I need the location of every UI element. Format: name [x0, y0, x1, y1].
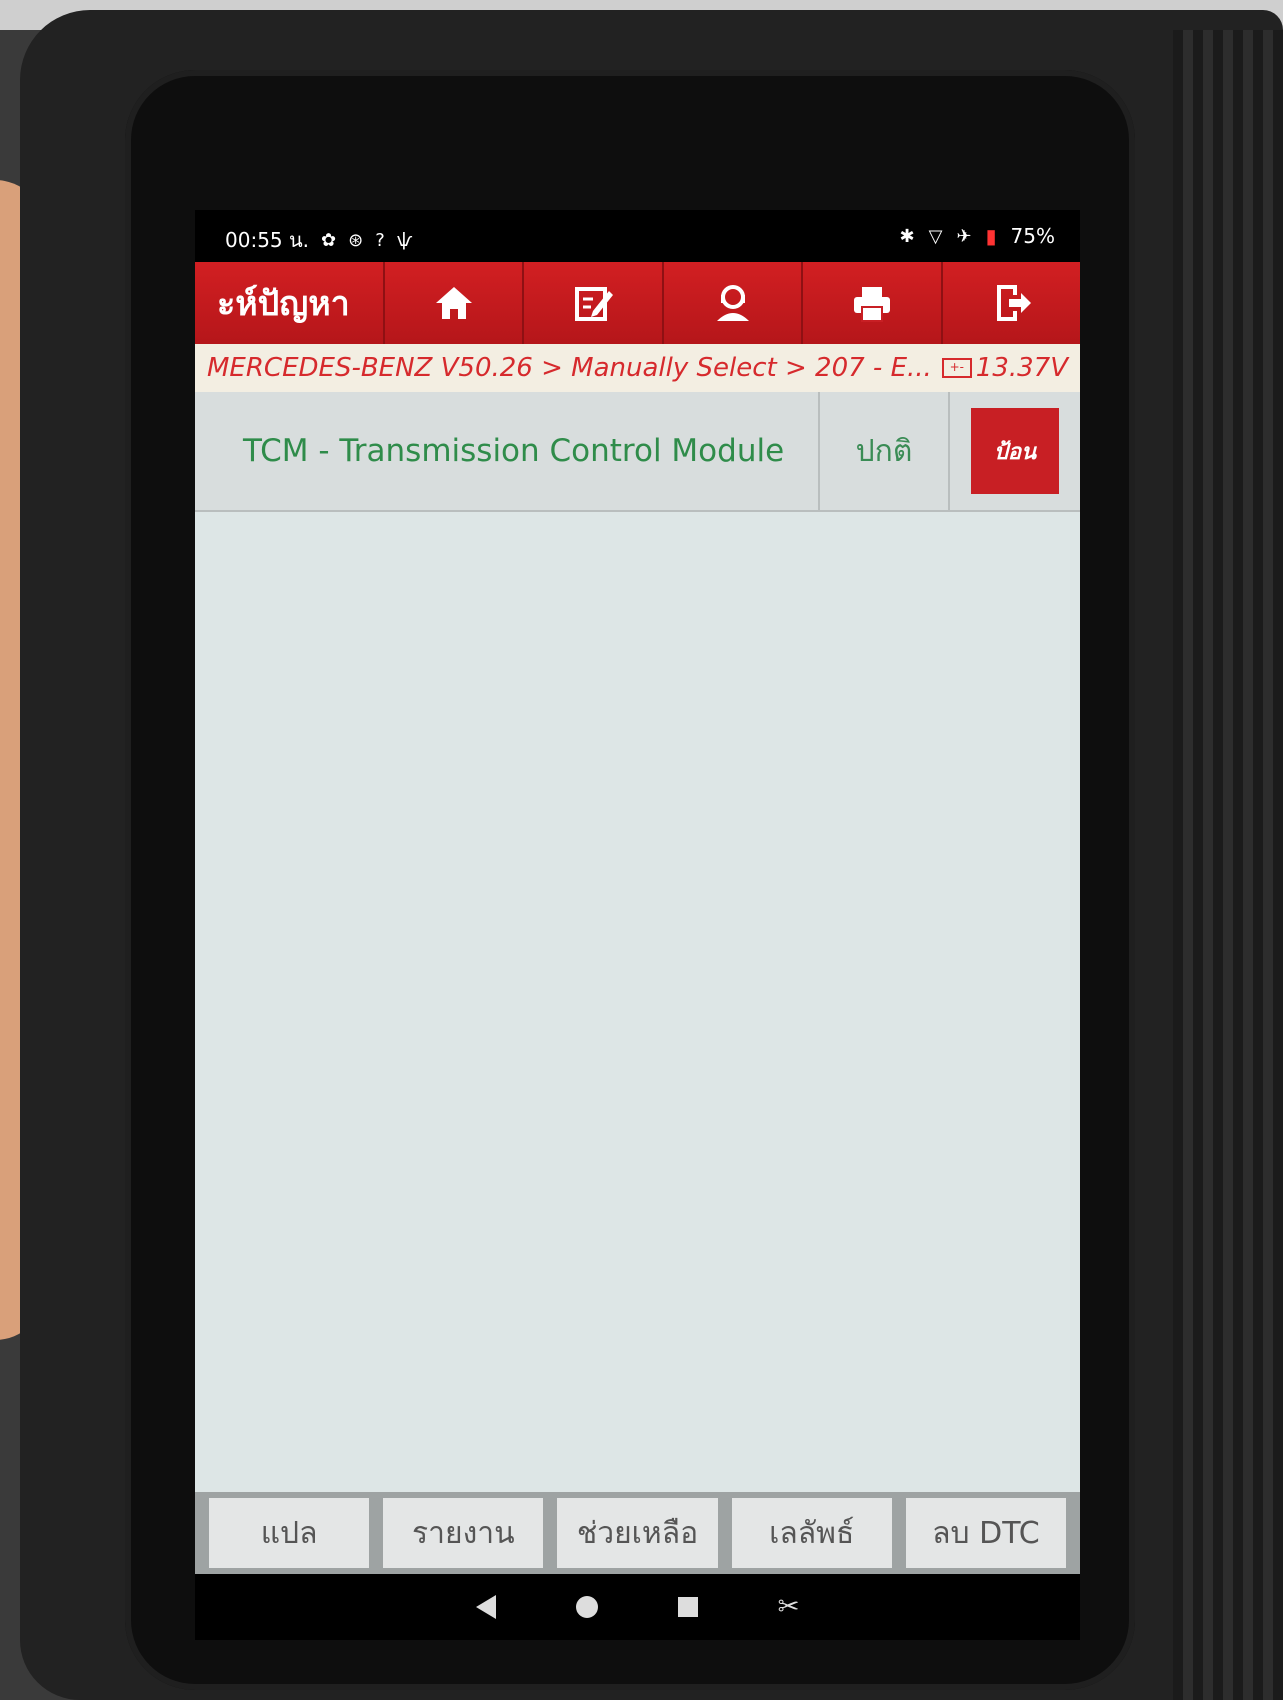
wifi-question-icon: ? — [375, 229, 385, 251]
printer-icon — [853, 287, 890, 322]
clear-dtc-button[interactable]: ลบ DTC — [905, 1498, 1067, 1568]
screenshot-icon[interactable]: ✂ — [778, 1592, 800, 1622]
print-button[interactable] — [803, 262, 943, 344]
toolbar: ะห์ปัญหา — [195, 262, 1080, 344]
module-action-cell: ป้อน — [950, 392, 1080, 510]
car-battery-icon: +- — [941, 358, 972, 378]
help-button[interactable]: ช่วยเหลือ — [557, 1498, 718, 1568]
bluetooth-icon: ✱ — [899, 225, 915, 247]
module-name: TCM - Transmission Control Module — [195, 392, 820, 510]
screen: 00:55 น. ✿ ⊛ ? ѱ ✱ ▽ ✈ ▮ 75% ะห์ปัญหา ME… — [195, 210, 1080, 1640]
stethoscope-icon: ѱ — [396, 229, 413, 251]
module-status: ปกติ — [820, 392, 950, 510]
battery-icon: ▮ — [985, 224, 997, 248]
bottom-action-bar: แปล รายงาน ช่วยเหลือ เลลัพธ์ ลบ DTC — [195, 1492, 1080, 1574]
support-button[interactable] — [664, 262, 804, 344]
status-time: 00:55 น. — [225, 228, 310, 252]
settings-icon: ✿ — [321, 229, 337, 251]
battery-percent: 75% — [1010, 224, 1055, 248]
bluetooth-circle-icon: ⊛ — [348, 229, 364, 251]
home-button[interactable] — [385, 262, 525, 344]
exit-icon — [997, 285, 1032, 321]
result-button[interactable]: เลลัพธ์ — [731, 1498, 892, 1568]
wifi-icon: ▽ — [928, 225, 943, 247]
back-icon[interactable] — [475, 1595, 496, 1619]
edit-icon — [575, 287, 614, 321]
status-bar: 00:55 น. ✿ ⊛ ? ѱ ✱ ▽ ✈ ▮ 75% — [195, 210, 1080, 262]
edit-button[interactable] — [524, 262, 664, 344]
navigation-bar: ✂ — [195, 1574, 1080, 1640]
recent-apps-icon[interactable] — [677, 1597, 698, 1617]
support-icon — [716, 285, 749, 321]
home-nav-icon[interactable] — [575, 1596, 598, 1618]
module-row[interactable]: TCM - Transmission Control Module ปกติ ป… — [195, 392, 1080, 512]
home-icon — [435, 287, 472, 319]
report-button[interactable]: รายงาน — [383, 1498, 544, 1568]
toolbar-title: ะห์ปัญหา — [195, 262, 385, 344]
breadcrumb-path: MERCEDES-BENZ V50.26 > Manually Select >… — [207, 353, 932, 383]
exit-button[interactable] — [943, 262, 1080, 344]
enter-button[interactable]: ป้อน — [971, 408, 1059, 494]
breadcrumb: MERCEDES-BENZ V50.26 > Manually Select >… — [195, 344, 1080, 392]
battery-voltage: +- 13.37V — [941, 353, 1068, 383]
voltage-value: 13.37V — [975, 353, 1068, 383]
device-ridges — [1173, 30, 1283, 1700]
translate-button[interactable]: แปล — [209, 1498, 370, 1568]
module-list: TCM - Transmission Control Module ปกติ ป… — [195, 392, 1080, 1492]
airplane-icon: ✈ — [956, 225, 972, 247]
